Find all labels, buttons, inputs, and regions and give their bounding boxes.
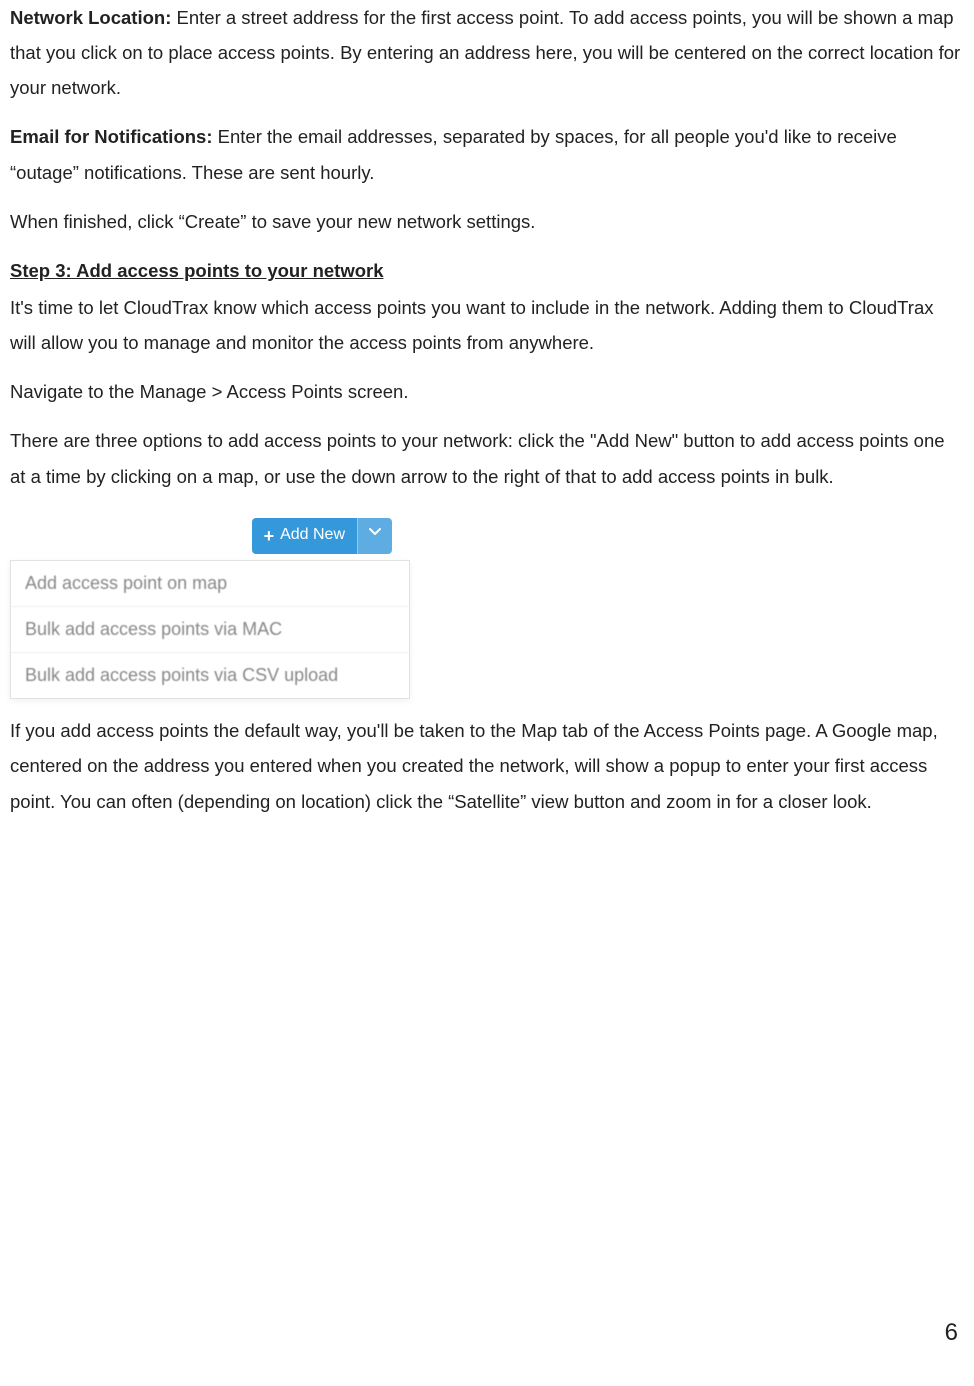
add-new-button-group: + Add New xyxy=(252,518,392,554)
paragraph-finished: When finished, click “Create” to save yo… xyxy=(10,204,962,239)
paragraph-navigate: Navigate to the Manage > Access Points s… xyxy=(10,374,962,409)
email-notifications-label: Email for Notifications: xyxy=(10,126,213,147)
page-number: 6 xyxy=(945,1310,958,1356)
menu-item-bulk-csv[interactable]: Bulk add access points via CSV upload xyxy=(11,652,409,698)
add-new-label: Add New xyxy=(280,520,345,550)
menu-item-bulk-mac[interactable]: Bulk add access points via MAC xyxy=(11,606,409,652)
add-new-button-row: + Add New xyxy=(10,518,410,560)
plus-icon: + xyxy=(264,519,275,553)
paragraph-options: There are three options to add access po… xyxy=(10,423,962,493)
add-new-menu-list: Add access point on map Bulk add access … xyxy=(10,560,410,700)
add-new-caret-button[interactable] xyxy=(357,518,392,554)
add-new-dropdown-widget: + Add New Add access point on map Bulk a… xyxy=(10,518,410,700)
chevron-down-icon xyxy=(368,523,382,548)
paragraph-intro-aps: It's time to let CloudTrax know which ac… xyxy=(10,290,962,360)
paragraph-default-way: If you add access points the default way… xyxy=(10,713,962,818)
step-3-heading: Step 3: Add access points to your networ… xyxy=(10,253,962,288)
paragraph-network-location: Network Location: Enter a street address… xyxy=(10,0,962,105)
paragraph-email-notifications: Email for Notifications: Enter the email… xyxy=(10,119,962,189)
network-location-label: Network Location: xyxy=(10,7,171,28)
menu-item-add-on-map[interactable]: Add access point on map xyxy=(11,561,409,606)
add-new-button[interactable]: + Add New xyxy=(252,518,357,554)
